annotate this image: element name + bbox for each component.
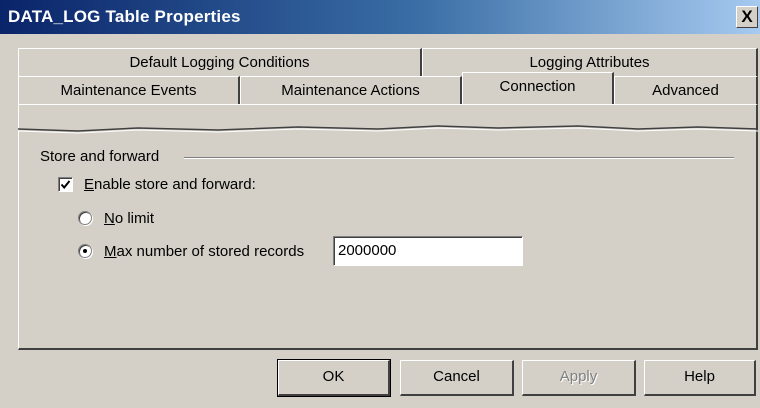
help-button[interactable]: Help [644, 360, 756, 396]
tab-label: Default Logging Conditions [129, 54, 310, 71]
tab-maintenance-events[interactable]: Maintenance Events [18, 76, 240, 104]
accelerator-key: E [84, 176, 95, 193]
tab-default-logging-conditions[interactable]: Default Logging Conditions [18, 48, 422, 76]
tab-label: Maintenance Actions [281, 82, 420, 99]
tab-panel-connection [18, 104, 758, 350]
tab-label: Maintenance Events [60, 82, 197, 99]
group-label-store-forward: Store and forward [40, 148, 166, 165]
tab-advanced[interactable]: Advanced [614, 76, 758, 104]
tab-maintenance-actions[interactable]: Maintenance Actions [240, 76, 462, 104]
window-title: DATA_LOG Table Properties [8, 7, 241, 26]
torn-edge-divider [18, 125, 758, 134]
accelerator-key: N [104, 210, 115, 227]
no-limit-radio[interactable] [78, 211, 92, 225]
close-button[interactable]: X [736, 6, 758, 28]
tab-label: Logging Attributes [529, 54, 650, 71]
group-divider [184, 157, 734, 159]
label-text: o limit [114, 210, 155, 227]
close-icon: X [741, 7, 753, 26]
tab-label: Advanced [652, 82, 719, 99]
ok-button[interactable]: OK [277, 359, 391, 397]
radio-selected-dot [83, 249, 87, 253]
enable-store-forward-checkbox[interactable] [58, 177, 73, 192]
tab-label: Connection [499, 78, 576, 95]
cancel-button[interactable]: Cancel [400, 360, 514, 396]
label-text: ax number of stored records [116, 243, 305, 260]
tab-connection[interactable]: Connection [462, 72, 614, 104]
max-records-input[interactable]: 2000000 [333, 236, 523, 266]
max-records-radio[interactable] [78, 244, 92, 258]
accelerator-key: M [104, 243, 117, 260]
checkmark-icon [60, 180, 71, 190]
no-limit-label[interactable]: No limit [104, 210, 154, 227]
label-text: nable store and forward: [94, 176, 256, 193]
max-records-label[interactable]: Max number of stored records [104, 243, 304, 260]
title-bar: DATA_LOG Table Properties X [0, 0, 760, 34]
enable-store-forward-label[interactable]: Enable store and forward: [84, 176, 256, 193]
apply-button[interactable]: Apply [522, 360, 636, 396]
